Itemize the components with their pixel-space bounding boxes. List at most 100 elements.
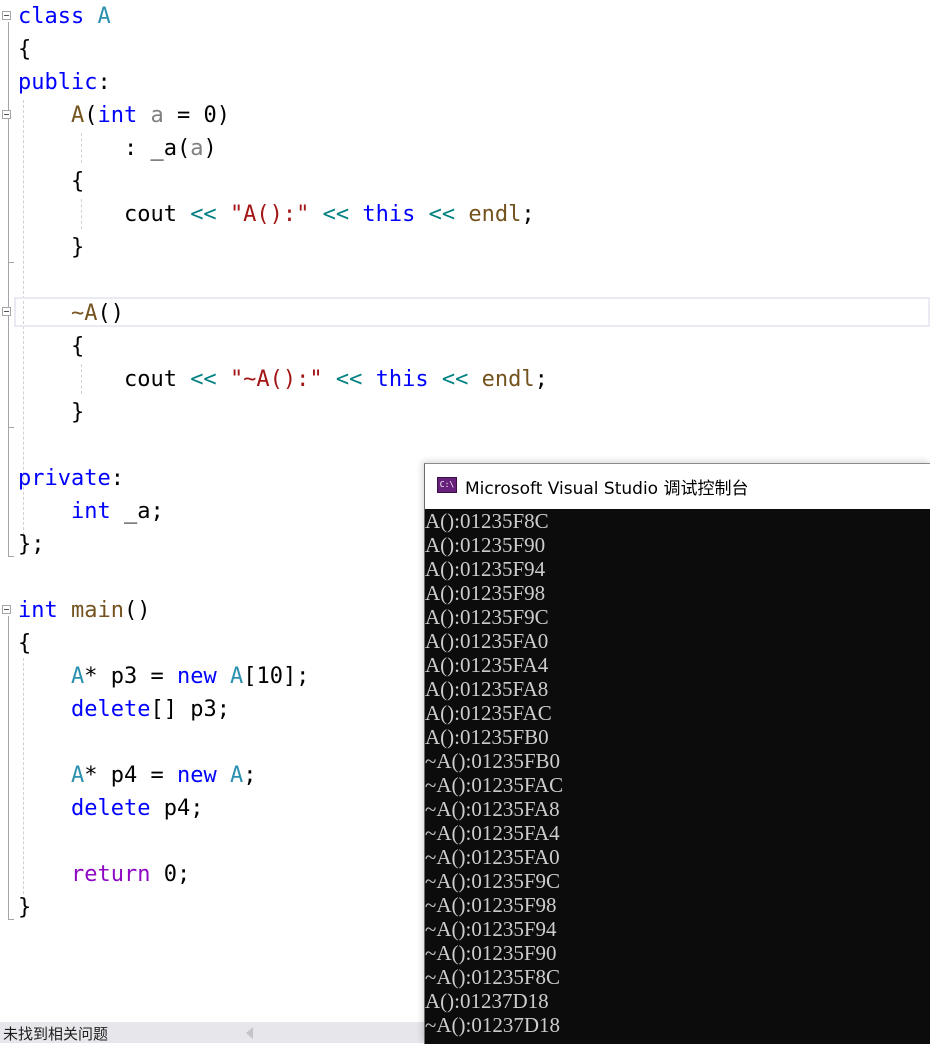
code-token: [10]; — [243, 664, 310, 689]
code-token: << — [190, 202, 217, 227]
code-token: _a; — [110, 499, 164, 524]
code-line[interactable]: } — [18, 891, 31, 924]
code-token: << — [322, 202, 350, 227]
code-token: "~A():" — [229, 367, 323, 392]
code-line[interactable]: { — [18, 165, 84, 198]
code-line[interactable]: class A — [18, 0, 111, 33]
console-title: Microsoft Visual Studio 调试控制台 — [465, 479, 749, 499]
code-token: : — [97, 70, 111, 95]
code-line[interactable]: delete p4; — [18, 792, 203, 825]
code-token: delete — [70, 697, 151, 722]
code-token: private — [18, 466, 111, 491]
console-output-line: ~A():01237D18 — [425, 1013, 561, 1037]
outline-end-main — [8, 919, 14, 920]
code-token: a — [150, 103, 164, 128]
code-line[interactable]: } — [18, 396, 84, 429]
code-token: int — [70, 499, 111, 524]
console-output: A():01235F8C A():01235F90 A():01235F94 A():… — [425, 509, 930, 1037]
collapse-destructor-button[interactable] — [2, 307, 11, 316]
code-line[interactable]: public: — [18, 66, 111, 99]
code-token: new — [176, 763, 217, 788]
current-line-highlight — [14, 297, 930, 327]
code-token: }; — [18, 532, 45, 557]
code-token: public — [18, 70, 98, 95]
code-token: this — [375, 367, 429, 392]
code-token: << — [441, 367, 469, 392]
console-output-line: A():01235FA4 — [425, 653, 549, 677]
scroll-left-arrow-icon[interactable] — [246, 1027, 253, 1039]
code-token: ) — [203, 136, 217, 161]
code-line[interactable]: return 0; — [18, 858, 190, 891]
console-title-bar[interactable]: C:\ Microsoft Visual Studio 调试控制台 — [425, 464, 930, 509]
code-token: return — [70, 862, 151, 887]
outline-line-main — [8, 616, 9, 920]
code-token: ; — [243, 763, 257, 788]
code-line[interactable]: cout << "A():" << this << endl; — [18, 198, 535, 231]
code-token: << — [335, 367, 363, 392]
outline-end-destructor — [8, 427, 14, 428]
code-token: delete — [70, 796, 151, 821]
console-output-line: A():01235F90 — [425, 533, 546, 557]
console-output-line: A():01235FAC — [425, 701, 552, 725]
code-token: } — [18, 235, 85, 260]
collapse-main-button[interactable] — [2, 605, 11, 614]
debug-console-window[interactable]: C:\ Microsoft Visual Studio 调试控制台 A():01… — [424, 463, 930, 1044]
code-token: cout — [18, 202, 191, 227]
code-line[interactable]: delete[] p3; — [18, 693, 230, 726]
code-line[interactable]: A* p3 = new A[10]; — [18, 660, 309, 693]
code-token: 0; — [150, 862, 191, 887]
code-token: ; — [534, 367, 548, 392]
code-line[interactable]: A* p4 = new A; — [18, 759, 256, 792]
code-token: A — [70, 763, 85, 788]
code-line[interactable]: } — [18, 231, 84, 264]
code-line[interactable]: A(int a = 0) — [18, 99, 230, 132]
console-output-line: ~A():01235F8C — [425, 965, 561, 989]
error-list-status-bar: 未找到相关问题 — [0, 1022, 430, 1043]
console-output-line: ~A():01235F9C — [425, 869, 561, 893]
code-line[interactable]: int _a; — [18, 495, 164, 528]
console-output-line: ~A():01235F90 — [425, 941, 557, 965]
console-output-line: ~A():01235FA0 — [425, 845, 560, 869]
code-line[interactable]: private: — [18, 462, 124, 495]
code-token: ; — [521, 202, 535, 227]
code-token: class — [18, 4, 85, 29]
code-token: } — [18, 400, 85, 425]
code-line[interactable]: { — [18, 330, 84, 363]
console-output-line: ~A():01235F94 — [425, 917, 557, 941]
code-token: : — [110, 466, 124, 491]
code-line[interactable]: cout << "~A():" << this << endl; — [18, 363, 548, 396]
code-line[interactable]: { — [18, 33, 31, 66]
console-output-line: A():01235F9C — [425, 605, 549, 629]
console-output-line: A():01235FA8 — [425, 677, 549, 701]
code-line[interactable]: int main() — [18, 594, 150, 627]
collapse-constructor-button[interactable] — [2, 110, 11, 119]
code-token: [] p3; — [150, 697, 230, 722]
code-token: { — [18, 37, 32, 62]
console-output-line: A():01235F8C — [425, 509, 549, 533]
code-token: A — [229, 763, 244, 788]
code-token: int — [97, 103, 138, 128]
code-line[interactable]: }; — [18, 528, 45, 561]
outline-end-constructor — [8, 262, 14, 263]
collapse-class-button[interactable] — [2, 11, 11, 20]
code-line[interactable]: ~A() — [18, 297, 124, 330]
code-token: ~A — [70, 301, 98, 326]
code-token: * p3 = — [84, 664, 177, 689]
code-line[interactable]: { — [18, 627, 31, 660]
console-output-line: ~A():01235FA4 — [425, 821, 560, 845]
code-line[interactable]: : _a(a) — [18, 132, 217, 165]
status-message: 未找到相关问题 — [3, 1025, 109, 1043]
code-token: = 0) — [163, 103, 230, 128]
console-output-line: ~A():01235FB0 — [425, 749, 561, 773]
code-token: endl — [468, 202, 522, 227]
